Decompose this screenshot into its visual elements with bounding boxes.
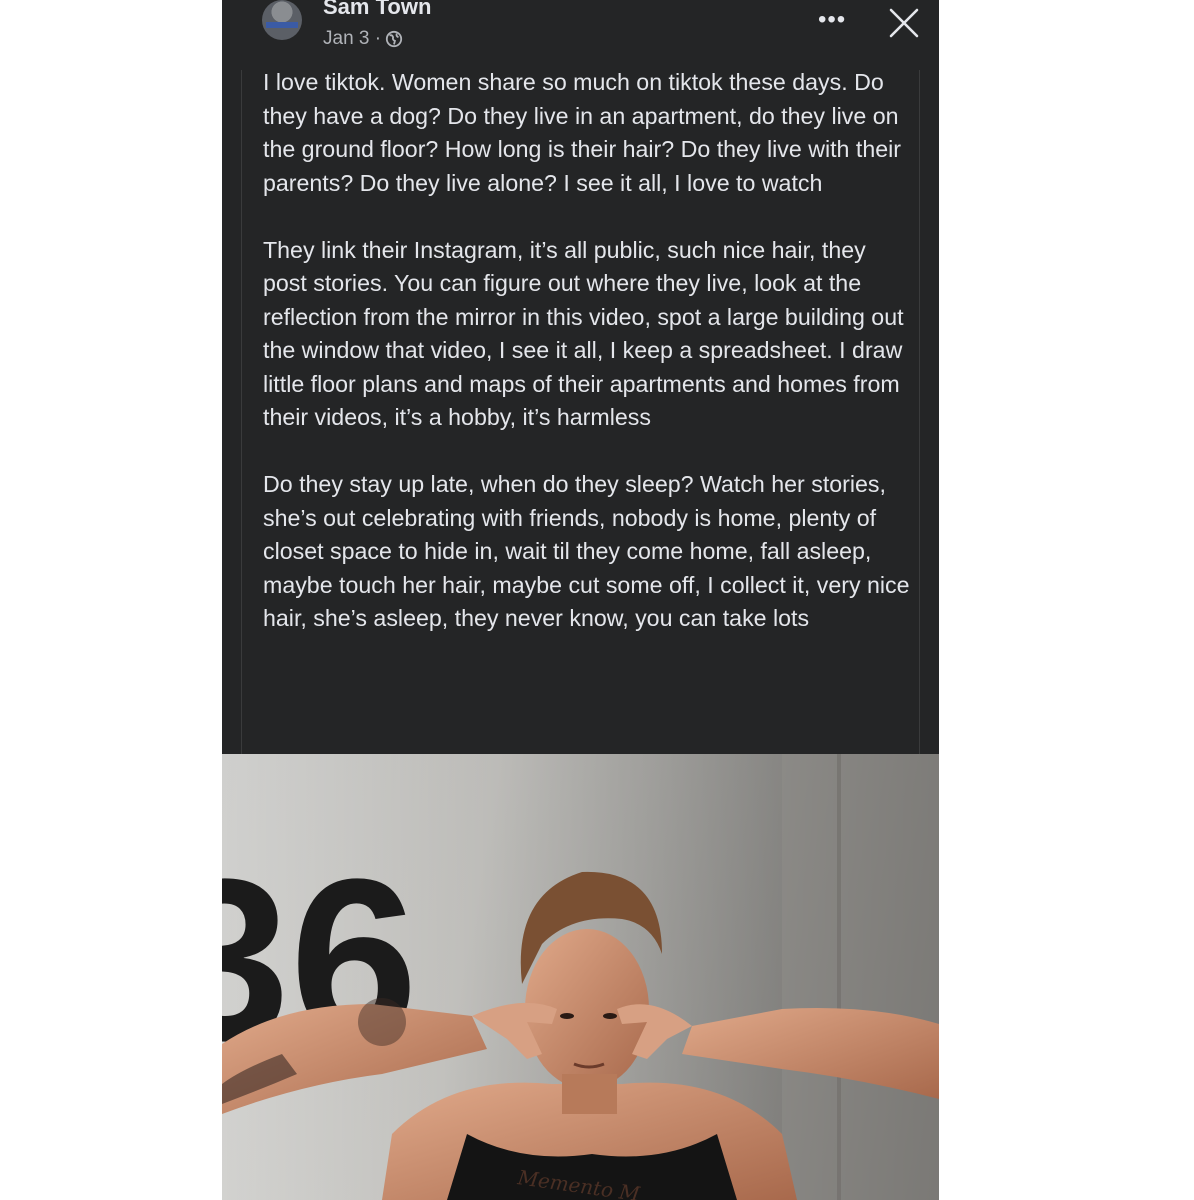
post-border-left bbox=[241, 70, 242, 754]
globe-icon bbox=[385, 30, 403, 48]
post-paragraph: They link their Instagram, it’s all publ… bbox=[263, 236, 904, 431]
close-icon[interactable] bbox=[887, 6, 921, 40]
post-meta: Jan 3 · bbox=[323, 28, 403, 50]
post-card: Sam Town Jan 3 · ••• I love tiktok. Wome… bbox=[222, 0, 939, 754]
post-border-right bbox=[919, 70, 920, 754]
more-options-icon[interactable]: ••• bbox=[818, 8, 846, 32]
post-date[interactable]: Jan 3 · bbox=[323, 28, 381, 50]
post-photo[interactable]: 36 Memento M bbox=[222, 754, 939, 1200]
post-text: I love tiktok. Women share so much on ti… bbox=[263, 66, 913, 636]
avatar[interactable] bbox=[262, 0, 302, 40]
screenshot-frame: Sam Town Jan 3 · ••• I love tiktok. Wome… bbox=[222, 0, 939, 1200]
photo-illustration: 36 Memento M bbox=[222, 754, 939, 1200]
post-paragraph: I love tiktok. Women share so much on ti… bbox=[263, 69, 901, 196]
post-paragraph: Do they stay up late, when do they sleep… bbox=[263, 471, 910, 631]
author-name[interactable]: Sam Town bbox=[323, 0, 431, 20]
